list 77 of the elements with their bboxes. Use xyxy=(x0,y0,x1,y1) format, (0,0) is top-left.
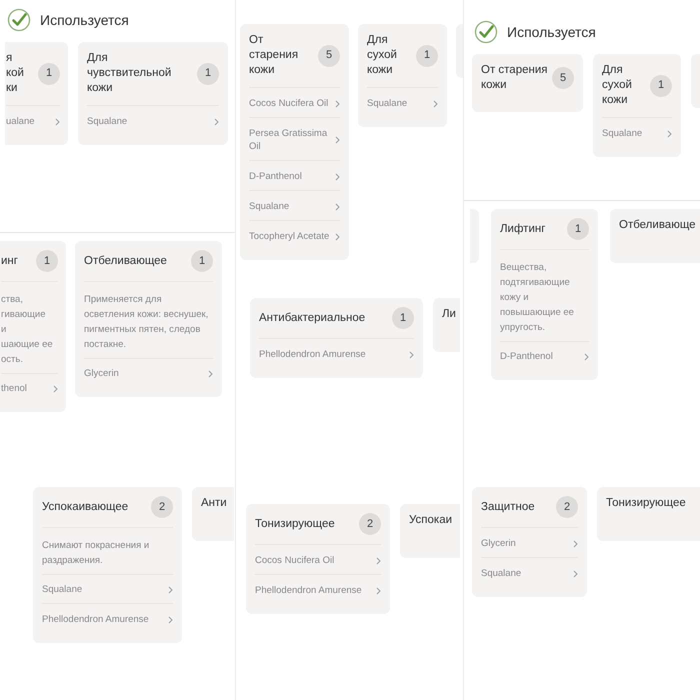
card-title: Анти xyxy=(201,496,228,511)
ingredient-link[interactable]: ualane xyxy=(6,105,60,135)
card-title: Лифтинг xyxy=(500,222,546,236)
ingredient-link[interactable]: Phellodendron Amurense xyxy=(255,574,381,604)
section-title: Используется xyxy=(40,10,129,30)
card-title: Успокаи xyxy=(409,513,454,528)
ingredient-link[interactable]: Tocopheryl Acetate xyxy=(249,220,340,250)
ingredient-link[interactable]: Squalane xyxy=(87,105,219,135)
chevron-right-icon xyxy=(433,100,438,108)
chevron-right-icon xyxy=(53,384,58,392)
card-title: От старения кожи xyxy=(249,33,300,78)
chevron-right-icon xyxy=(168,616,173,624)
card-title: Ли xyxy=(442,307,457,322)
count-badge: 1 xyxy=(650,74,672,96)
count-badge: 2 xyxy=(151,496,173,518)
chevron-right-icon xyxy=(573,570,578,578)
ingredient-link[interactable]: thenol xyxy=(1,373,58,402)
check-circle-icon xyxy=(7,8,31,32)
card-description: Снимают покраснения и раздражения. xyxy=(42,527,173,574)
card-title: Тонизирующее xyxy=(255,516,336,532)
chevron-right-icon xyxy=(55,118,60,126)
card-title: Для чувствительной кожи xyxy=(87,51,172,96)
card-title: я кой ки xyxy=(6,51,25,96)
ingredient-link[interactable]: Persea Gratissima Oil xyxy=(249,117,340,160)
card-title: инг xyxy=(1,254,19,268)
chevron-right-icon xyxy=(214,118,219,126)
count-badge: 1 xyxy=(36,250,58,272)
card-title: Антибактериальное xyxy=(259,310,366,326)
ingredient-link[interactable]: Squalane xyxy=(42,574,173,603)
chevron-right-icon xyxy=(168,586,173,594)
card-title: Отбеливающее xyxy=(84,254,168,268)
ingredient-link[interactable]: D-Panthenol xyxy=(249,160,340,190)
chevron-right-icon xyxy=(335,232,340,240)
chevron-right-icon xyxy=(584,352,589,360)
card-title: Успокаивающее xyxy=(42,500,130,514)
ingredient-link[interactable]: Phellodendron Amurense xyxy=(42,603,173,633)
ingredient-link[interactable]: Cocos Nucifera Oil xyxy=(249,87,340,117)
ingredient-link[interactable]: Glycerin xyxy=(84,358,213,387)
chevron-right-icon xyxy=(335,100,340,108)
count-badge: 1 xyxy=(191,250,213,272)
card-title: Отбеливающе xyxy=(619,218,697,233)
count-badge: 5 xyxy=(552,67,574,89)
count-badge: 1 xyxy=(392,307,414,329)
count-badge: 2 xyxy=(556,496,578,518)
card-description: Применяется для осветления кожи: веснушек, пигментных пятен, следов постакне. xyxy=(84,281,213,358)
ingredient-link[interactable]: Cocos Nucifera Oil xyxy=(255,544,381,574)
card-description: Вещества, подтягивающие кожу и повышающие ее упругость. xyxy=(500,249,589,341)
check-circle-icon xyxy=(474,20,498,44)
card-title: Для сухой кожи xyxy=(602,63,633,108)
chevron-right-icon xyxy=(409,350,414,358)
count-badge: 1 xyxy=(416,44,438,66)
ingredient-link[interactable]: D-Panthenol xyxy=(500,341,589,370)
count-badge: 1 xyxy=(38,62,60,84)
ingredient-link[interactable]: Squalane xyxy=(367,87,438,117)
count-badge: 5 xyxy=(318,44,340,66)
chevron-right-icon xyxy=(335,136,340,144)
chevron-right-icon xyxy=(376,556,381,564)
count-badge: 2 xyxy=(359,513,381,535)
ingredient-link[interactable]: Squalane xyxy=(481,557,578,587)
card-title: Тонизирующее xyxy=(606,496,687,511)
section-title: Используется xyxy=(507,22,596,42)
chevron-right-icon xyxy=(335,202,340,210)
ingredient-link[interactable]: Phellodendron Amurense xyxy=(259,338,414,368)
card-title: Для сухой кожи xyxy=(367,33,398,78)
chevron-right-icon xyxy=(208,370,213,378)
ingredient-link[interactable]: Squalane xyxy=(602,117,672,147)
ingredient-link[interactable]: Squalane xyxy=(249,190,340,220)
chevron-right-icon xyxy=(376,586,381,594)
chevron-right-icon xyxy=(335,172,340,180)
card-title: От старения кожи xyxy=(481,63,548,93)
chevron-right-icon xyxy=(573,540,578,548)
chevron-right-icon xyxy=(667,130,672,138)
count-badge: 1 xyxy=(197,62,219,84)
ingredient-link[interactable]: Glycerin xyxy=(481,527,578,557)
count-badge: 1 xyxy=(567,218,589,240)
card-description: ства, гивающие и шающие ее ость. xyxy=(1,281,58,373)
card-title: Защитное xyxy=(481,500,536,514)
